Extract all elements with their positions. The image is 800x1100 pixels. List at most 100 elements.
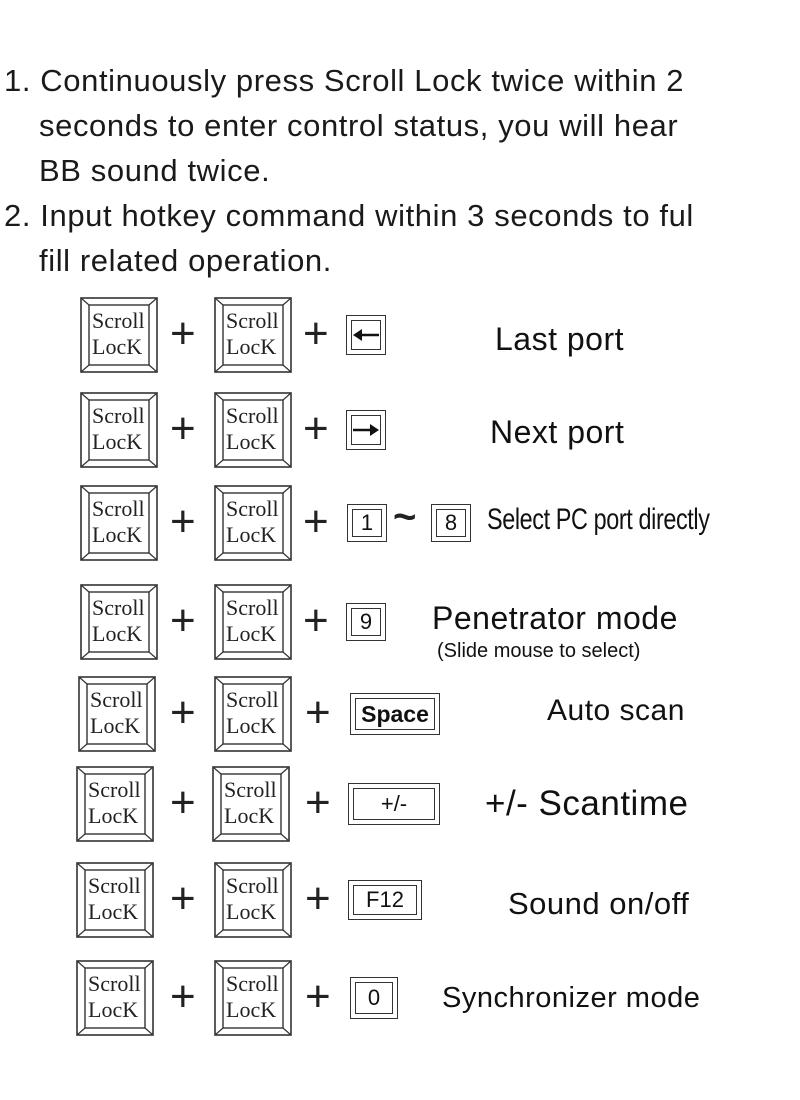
instruction-step: 1. Continuously press Scroll Lock twice …: [4, 58, 684, 193]
hotkey-key: 1: [347, 504, 387, 542]
scroll-lock-key: Scroll LocK: [214, 584, 292, 660]
key-text: Scroll: [88, 971, 141, 996]
hotkey-row: Scroll LocK + Scroll LocK + F12 Sound on/off: [0, 862, 800, 942]
key-label: 1: [360, 510, 374, 535]
key-text: LocK: [88, 803, 139, 828]
scroll-lock-key: Scroll LocK: [214, 862, 292, 938]
plus-sign: +: [303, 404, 329, 453]
plus-sign: +: [305, 688, 331, 737]
hotkey-row: Scroll LocK + Scroll LocK +0 Synchronizer mod…: [0, 960, 800, 1040]
hotkey-key: +/-: [348, 783, 440, 825]
hotkey-key: F12: [348, 880, 422, 920]
step-text: Continuously press Scroll Lock twice wit…: [40, 63, 685, 98]
key-text: Scroll: [92, 308, 145, 333]
hotkey-row: Scroll LocK + Scroll LocK + Space Auto scan: [0, 676, 800, 756]
key-label: 0: [367, 985, 381, 1010]
key-text: LocK: [90, 713, 141, 738]
hotkey-key: [346, 315, 386, 355]
plus-sign: +: [303, 309, 329, 358]
instruction-step: 2. Input hotkey command within 3 seconds…: [4, 193, 694, 283]
plus-sign: +: [305, 874, 331, 923]
key-text: LocK: [226, 334, 277, 359]
step-text: Input hotkey command within 3 seconds to…: [40, 198, 694, 233]
key-text: LocK: [226, 997, 277, 1022]
hotkey-label: +/- Scantime: [485, 784, 689, 823]
key-label: 9: [359, 609, 373, 634]
step-text: fill related operation.: [39, 243, 332, 278]
step-number: 1.: [4, 63, 32, 98]
hotkey-row: Scroll LocK + Scroll LocK +1 ~8 Select PC port…: [0, 485, 800, 565]
key-text: LocK: [224, 803, 275, 828]
key-label: F12: [366, 887, 404, 912]
key-text: Scroll: [92, 403, 145, 428]
hotkey-key: [346, 410, 386, 450]
step-number: 2.: [4, 198, 32, 233]
key-text: LocK: [88, 899, 139, 924]
plus-sign: +: [305, 972, 331, 1021]
plus-sign: +: [170, 972, 196, 1021]
plus-sign: +: [303, 497, 329, 546]
hotkey-sublabel: (Slide mouse to select): [437, 640, 641, 662]
key-text: Scroll: [226, 873, 279, 898]
scroll-lock-key: Scroll LocK: [214, 392, 292, 468]
hotkey-label: Last port: [495, 321, 625, 357]
hotkey-row: Scroll LocK + Scroll LocK + Last port: [0, 297, 800, 377]
key-label: +/-: [380, 791, 408, 816]
key-text: LocK: [226, 522, 277, 547]
key-text: LocK: [88, 997, 139, 1022]
hotkey-label: Auto scan: [547, 694, 685, 727]
hotkey-row: Scroll LocK + Scroll LocK +9 Penetrator mode(…: [0, 584, 800, 664]
key-text: LocK: [92, 429, 143, 454]
key-text: LocK: [92, 334, 143, 359]
key-text: Scroll: [226, 687, 279, 712]
key-text: LocK: [226, 621, 277, 646]
step-text: seconds to enter control status, you wil…: [39, 108, 679, 143]
scroll-lock-key: Scroll LocK: [80, 392, 158, 468]
key-text: Scroll: [226, 496, 279, 521]
key-text: Scroll: [88, 873, 141, 898]
plus-sign: +: [170, 688, 196, 737]
key-text: Scroll: [92, 595, 145, 620]
key-text: LocK: [226, 429, 277, 454]
hotkey-label: Next port: [490, 414, 625, 450]
scroll-lock-key: Scroll LocK: [76, 862, 154, 938]
scroll-lock-key: Scroll LocK: [76, 960, 154, 1036]
plus-sign: +: [170, 874, 196, 923]
scroll-lock-key: Scroll LocK: [214, 960, 292, 1036]
plus-sign: +: [170, 778, 196, 827]
key-text: Scroll: [226, 308, 279, 333]
key-text: Scroll: [226, 971, 279, 996]
hotkey-key: 0: [350, 977, 398, 1019]
key-label: Space: [361, 700, 429, 727]
key-text: Scroll: [224, 777, 277, 802]
step-text: BB sound twice.: [39, 153, 271, 188]
left-arrow-icon: [353, 329, 379, 341]
key-text: Scroll: [88, 777, 141, 802]
hotkey-key: Space: [350, 693, 440, 735]
plus-sign: +: [305, 778, 331, 827]
plus-sign: +: [170, 596, 196, 645]
key-text: Scroll: [90, 687, 143, 712]
scroll-lock-key: Scroll LocK: [214, 676, 292, 752]
scroll-lock-key: Scroll LocK: [80, 297, 158, 373]
hotkey-key: 9: [346, 603, 386, 641]
range-tilde: ~: [393, 495, 417, 539]
hotkey-label: Penetrator mode: [432, 600, 678, 636]
scroll-lock-key: Scroll LocK: [212, 766, 290, 842]
plus-sign: +: [170, 497, 196, 546]
scroll-lock-key: Scroll LocK: [80, 485, 158, 561]
hotkey-label: Synchronizer mode: [442, 982, 701, 1014]
scroll-lock-key: Scroll LocK: [78, 676, 156, 752]
key-text: Scroll: [226, 595, 279, 620]
key-text: LocK: [226, 713, 277, 738]
hotkey-row: Scroll LocK + Scroll LocK + Next port: [0, 392, 800, 472]
scroll-lock-key: Scroll LocK: [214, 485, 292, 561]
key-text: Scroll: [226, 403, 279, 428]
scroll-lock-key: Scroll LocK: [76, 766, 154, 842]
plus-sign: +: [303, 596, 329, 645]
hotkey-label: Select PC port directly: [487, 503, 710, 536]
key-text: LocK: [226, 899, 277, 924]
right-arrow-icon: [353, 424, 379, 436]
plus-sign: +: [170, 309, 196, 358]
scroll-lock-key: Scroll LocK: [80, 584, 158, 660]
